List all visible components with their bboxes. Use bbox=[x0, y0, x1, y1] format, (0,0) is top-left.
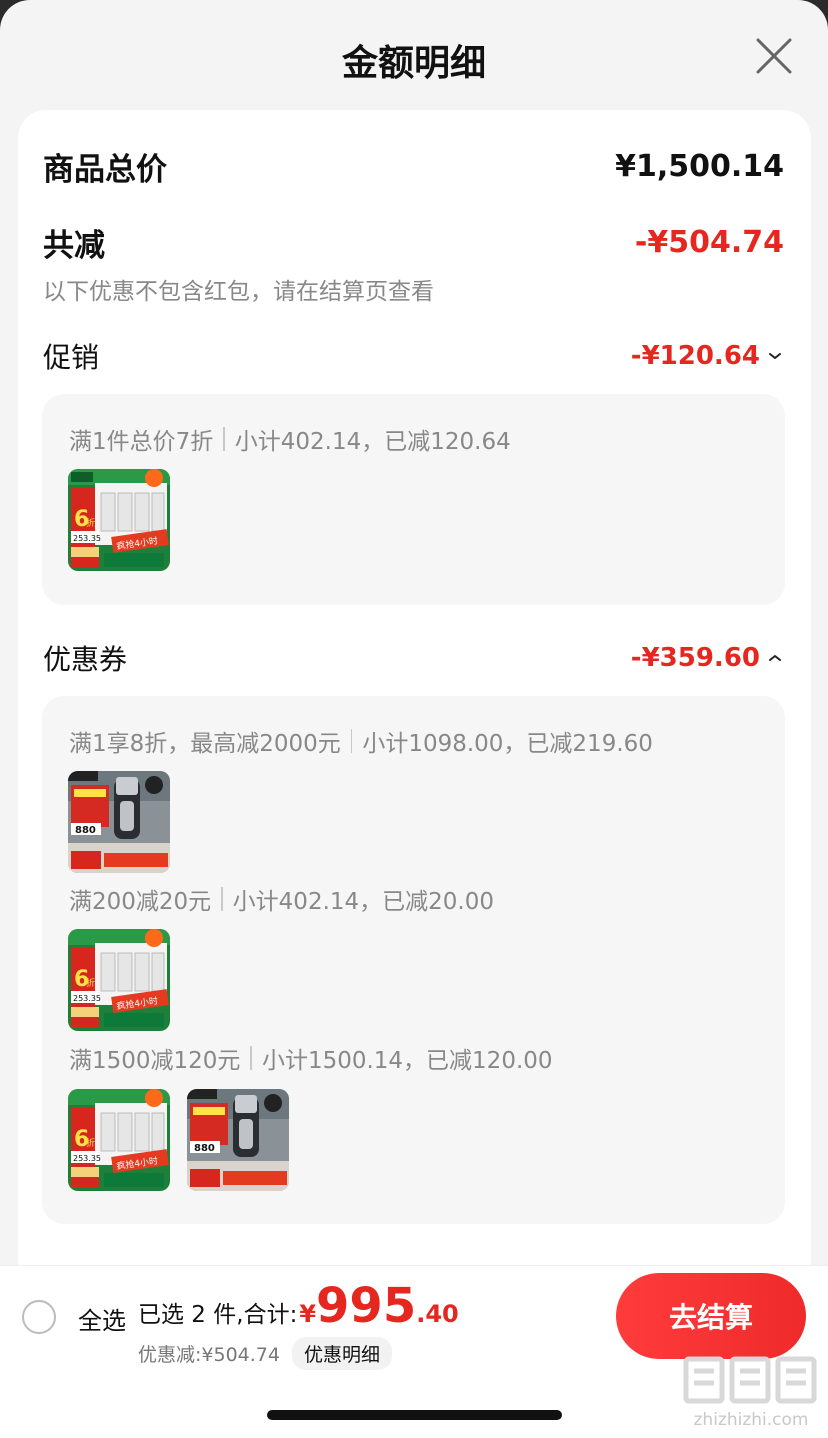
home-indicator bbox=[267, 1410, 562, 1420]
shaver-product-image[interactable]: 880 bbox=[68, 771, 170, 873]
rule-detail: 小计1500.14，已减120.00 bbox=[261, 1048, 553, 1074]
breaker-product-image[interactable]: 6 折 253.35 疯抢4小时 bbox=[68, 469, 170, 571]
breaker-price-badge: 253.35 bbox=[73, 1154, 101, 1163]
coupon-toggle[interactable]: -¥359.60 bbox=[631, 643, 784, 673]
select-all-label[interactable]: 全选 bbox=[78, 1301, 126, 1336]
radio-unchecked-icon bbox=[24, 1302, 54, 1332]
breaker-discount-unit: 折 bbox=[86, 1137, 95, 1149]
total-reduce-row: 共减 -¥504.74 bbox=[43, 220, 784, 265]
rule-detail: 小计1098.00，已减219.60 bbox=[362, 731, 653, 757]
rule-detail: 小计402.14，已减120.64 bbox=[234, 429, 511, 455]
rule-separator bbox=[350, 729, 353, 753]
close-button[interactable] bbox=[754, 36, 794, 76]
coupon-rule-3: 满1500减120元 小计1500.14，已减120.00 bbox=[69, 1041, 553, 1075]
rule-condition: 满1件总价7折 bbox=[69, 429, 214, 455]
discount-summary: 优惠减:¥504.74 优惠明细 bbox=[138, 1337, 392, 1370]
breaker-product-image[interactable]: 6 折 253.35 疯抢4小时 bbox=[68, 929, 170, 1031]
redpacket-note: 以下优惠不包含红包，请在结算页查看 bbox=[43, 279, 434, 305]
sheet-header: 金额明细 bbox=[0, 0, 828, 110]
coupon-rule-1: 满1享8折，最高减2000元 小计1098.00，已减219.60 bbox=[69, 724, 653, 758]
close-icon bbox=[756, 38, 792, 74]
promotion-label: 促销 bbox=[43, 341, 100, 374]
rule-condition: 满200减20元 bbox=[69, 889, 212, 915]
watermark-text: zhizhizhi.com bbox=[693, 1410, 809, 1430]
rule-condition: 满1500减120元 bbox=[69, 1048, 241, 1074]
discount-detail-button[interactable]: 优惠明细 bbox=[291, 1337, 392, 1370]
total-summary: 已选 2 件,合计: ¥ 995 .40 bbox=[138, 1278, 459, 1334]
promotion-panel: 满1件总价7折 小计402.14，已减120.64 6 折 253.35 疯抢4… bbox=[42, 394, 785, 605]
chevron-up-icon bbox=[769, 655, 781, 661]
promotion-row[interactable]: 促销 -¥120.64 bbox=[43, 336, 784, 376]
promotion-rule-1: 满1件总价7折 小计402.14，已减120.64 bbox=[69, 422, 511, 456]
total-price-value: ¥1,500.14 bbox=[615, 149, 784, 184]
rule-separator bbox=[223, 427, 225, 451]
watermark: zhizhizhi.com bbox=[676, 1353, 824, 1433]
shaver-product-image[interactable]: 880 bbox=[187, 1089, 289, 1191]
rule-detail: 小计402.14，已减20.00 bbox=[232, 889, 494, 915]
total-reduce-label: 共减 bbox=[43, 228, 105, 264]
coupon-value: -¥359.60 bbox=[630, 643, 760, 673]
coupon-panel: 满1享8折，最高减2000元 小计1098.00，已减219.60 880 满2… bbox=[42, 696, 785, 1224]
selected-summary: 已选 2 件,合计: bbox=[138, 1302, 298, 1328]
amount-detail-sheet: 金额明细 商品总价 ¥1,500.14 共减 -¥504.74 以下优惠不包含红… bbox=[0, 0, 828, 1438]
detail-card: 商品总价 ¥1,500.14 共减 -¥504.74 以下优惠不包含红包，请在结… bbox=[18, 110, 811, 1310]
coupon-label: 优惠券 bbox=[43, 643, 128, 676]
coupon-rule-2: 满200减20元 小计402.14，已减20.00 bbox=[69, 882, 494, 916]
shaver-price-badge: 880 bbox=[75, 825, 96, 836]
rule-separator bbox=[250, 1046, 252, 1070]
breaker-price-badge: 253.35 bbox=[73, 994, 101, 1003]
total-price-decimal: .40 bbox=[416, 1300, 459, 1328]
promotion-toggle[interactable]: -¥120.64 bbox=[631, 341, 784, 371]
currency-symbol: ¥ bbox=[299, 1300, 317, 1328]
total-price-row: 商品总价 ¥1,500.14 bbox=[43, 144, 784, 189]
breaker-discount-unit: 折 bbox=[86, 517, 95, 529]
discount-text: 优惠减:¥504.74 bbox=[138, 1344, 280, 1366]
sheet-title: 金额明细 bbox=[341, 43, 486, 84]
rule-condition: 满1享8折，最高减2000元 bbox=[69, 731, 341, 757]
checkout-button[interactable]: 去结算 bbox=[616, 1273, 806, 1359]
breaker-product-image[interactable]: 6 折 253.35 疯抢4小时 bbox=[68, 1089, 170, 1191]
breaker-discount-unit: 折 bbox=[86, 977, 95, 989]
rule-separator bbox=[221, 887, 223, 911]
total-price-integer: 995 bbox=[316, 1278, 417, 1334]
breaker-price-badge: 253.35 bbox=[73, 534, 101, 543]
select-all-checkbox[interactable] bbox=[22, 1300, 56, 1334]
chevron-down-icon bbox=[769, 353, 781, 359]
total-reduce-value: -¥504.74 bbox=[634, 225, 784, 260]
promotion-value: -¥120.64 bbox=[630, 341, 760, 371]
watermark-logo-icon bbox=[683, 1356, 817, 1404]
shaver-price-badge: 880 bbox=[194, 1143, 215, 1154]
total-price-label: 商品总价 bbox=[43, 152, 167, 188]
coupon-row[interactable]: 优惠券 -¥359.60 bbox=[43, 638, 784, 678]
